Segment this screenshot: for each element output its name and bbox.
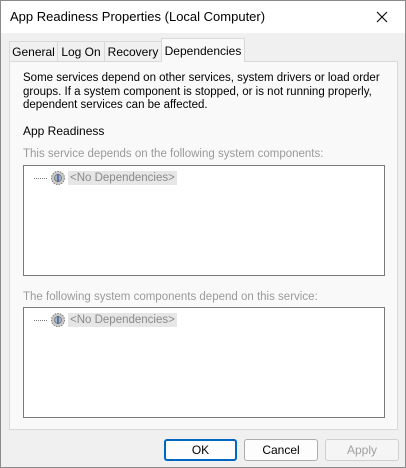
tab-recovery[interactable]: Recovery — [104, 41, 162, 61]
gears-icon — [51, 313, 65, 327]
tab-label: Log On — [61, 44, 101, 59]
tab-log-on[interactable]: Log On — [57, 41, 105, 61]
title-bar: App Readiness Properties (Local Computer… — [1, 1, 405, 33]
ok-button-label: OK — [191, 443, 210, 457]
tree-item[interactable]: <No Dependencies> — [34, 312, 177, 328]
dependents-tree[interactable]: <No Dependencies> — [23, 307, 385, 418]
tree-item-label: <No Dependencies> — [68, 313, 177, 327]
window-title: App Readiness Properties (Local Computer… — [10, 9, 266, 24]
tab-label: Dependencies — [164, 43, 242, 58]
dependencies-panel: Some services depend on other services, … — [9, 61, 398, 430]
close-icon — [376, 11, 388, 23]
tab-label: Recovery — [107, 44, 159, 59]
gears-icon — [51, 171, 65, 185]
apply-button[interactable]: Apply — [325, 439, 399, 461]
depends-on-tree[interactable]: <No Dependencies> — [23, 165, 385, 276]
cancel-button[interactable]: Cancel — [244, 439, 318, 461]
tab-general[interactable]: General — [9, 41, 58, 61]
apply-button-label: Apply — [346, 443, 378, 457]
close-button[interactable] — [359, 1, 405, 33]
tree-connector — [34, 177, 48, 179]
tree-item-label: <No Dependencies> — [68, 171, 177, 185]
tab-label: General — [12, 44, 55, 59]
ok-button[interactable]: OK — [164, 439, 237, 461]
description-text: Some services depend on other services, … — [23, 72, 380, 111]
properties-dialog: App Readiness Properties (Local Computer… — [0, 0, 406, 468]
tree-connector — [34, 319, 48, 321]
tab-dependencies[interactable]: Dependencies — [161, 38, 245, 62]
cancel-button-label: Cancel — [262, 443, 300, 457]
service-name: App Readiness — [23, 124, 105, 138]
tree-item[interactable]: <No Dependencies> — [34, 170, 177, 186]
dependents-label: The following system components depend o… — [23, 291, 318, 303]
depends-on-label: This service depends on the following sy… — [23, 148, 324, 160]
